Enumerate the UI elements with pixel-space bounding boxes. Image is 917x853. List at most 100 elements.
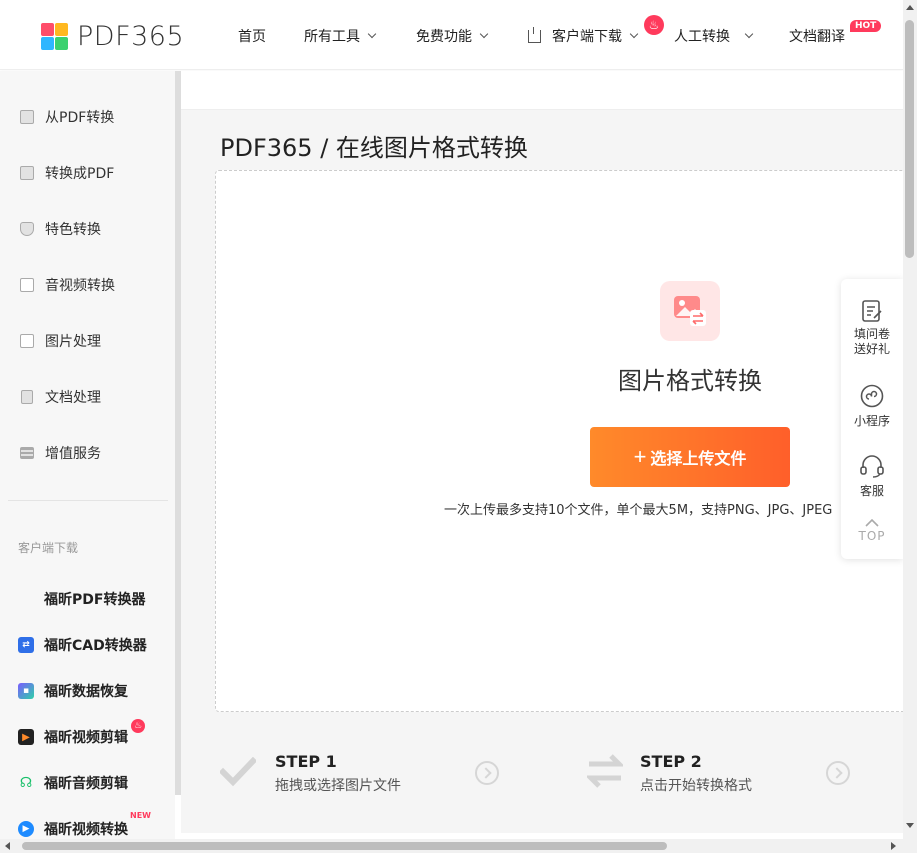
main-nav: 首页 所有工具 免费功能 客户端下载 ♨ 人工转换 文档翻译 HOT: [0, 0, 903, 70]
headphones-icon: ☊: [19, 775, 33, 791]
step-desc: 拖拽或选择图片文件: [275, 778, 401, 794]
cad-icon: ⇄: [18, 637, 34, 653]
app-video-converter[interactable]: ▶ 福昕视频转换: [18, 819, 128, 839]
customer-service-label: 客服: [859, 484, 884, 498]
upload-button-label: 选择上传文件: [650, 451, 747, 468]
page-title: PDF365 / 在线图片格式转换: [220, 134, 528, 162]
step-desc: 点击开始转换格式: [640, 778, 752, 794]
vertical-scroll-thumb[interactable]: [905, 20, 914, 258]
nav-client-download-label: 客户端下载: [552, 29, 622, 45]
nav-manual-convert[interactable]: 人工转换: [674, 26, 754, 46]
video-editor-icon: ▶: [18, 729, 34, 745]
hot-badge: HOT: [850, 20, 882, 32]
step-next-icon: [475, 761, 499, 785]
sidebar-item-av[interactable]: 音视频转换: [19, 275, 115, 295]
survey-gift-button[interactable]: 填问卷 送好礼: [841, 299, 903, 357]
sidebar-item-image[interactable]: 图片处理: [19, 331, 101, 351]
scroll-down-arrow-icon[interactable]: [906, 823, 914, 828]
app-cad-converter[interactable]: ⇄ 福昕CAD转换器: [18, 635, 147, 655]
horizontal-scroll-thumb[interactable]: [22, 842, 667, 850]
checkmark-icon: [220, 757, 256, 787]
upload-dropzone[interactable]: [215, 170, 915, 712]
nav-all-tools-label: 所有工具: [304, 29, 360, 45]
app-video-editor[interactable]: ▶ 福昕视频剪辑: [18, 727, 128, 747]
sidebar-item-label: 转换成PDF: [45, 166, 115, 182]
app-pdf-converter[interactable]: 福昕PDF转换器: [18, 589, 145, 609]
nav-home-label: 首页: [238, 29, 266, 45]
sidebar-item-to-pdf[interactable]: 转换成PDF: [19, 163, 114, 183]
survey-icon: [862, 300, 882, 322]
step-title: STEP 2: [640, 752, 702, 771]
chevron-down-icon: [479, 29, 489, 39]
sidebar-divider: [8, 500, 168, 501]
sidebar-item-label: 从PDF转换: [45, 110, 115, 126]
chevron-down-icon: [367, 29, 377, 39]
scroll-right-arrow-icon[interactable]: [891, 842, 896, 850]
fire-icon: ♨: [131, 719, 145, 733]
sidebar-item-label: 增值服务: [45, 446, 101, 462]
data-recovery-icon: ▪: [18, 683, 34, 699]
video-icon: [19, 277, 35, 293]
nav-free-features-label: 免费功能: [416, 29, 472, 45]
nav-doc-translate-label: 文档翻译: [789, 29, 845, 45]
select-upload-file-button[interactable]: + 选择上传文件: [590, 427, 790, 487]
back-to-top-label: TOP: [858, 529, 886, 543]
app-label: 福昕视频转换: [44, 822, 128, 838]
pdf-converter-icon: [18, 591, 34, 607]
document-icon: [19, 389, 35, 405]
image-icon: [19, 333, 35, 349]
download-icon: [528, 26, 541, 43]
tool-title: 图片格式转换: [618, 367, 762, 395]
app-audio-editor[interactable]: ☊ 福昕音频剪辑: [18, 773, 128, 793]
upload-hint: 一次上传最多支持10个文件，单个最大5M，支持PNG、JPG、JPEG: [444, 503, 833, 518]
step-2: STEP 2 点击开始转换格式: [640, 752, 752, 795]
sidebar-item-label: 文档处理: [45, 390, 101, 406]
convert-arrows-icon: [587, 754, 623, 788]
mini-program-label: 小程序: [853, 414, 890, 428]
app-label: 福昕CAD转换器: [44, 638, 147, 654]
fire-icon: ♨: [644, 15, 664, 35]
scroll-left-arrow-icon[interactable]: [5, 842, 10, 850]
sidebar-item-label: 图片处理: [45, 334, 101, 350]
list-icon: [19, 445, 35, 461]
nav-doc-translate[interactable]: 文档翻译: [789, 26, 845, 46]
client-download-title: 客户端下载: [18, 541, 79, 555]
plus-icon: +: [633, 444, 647, 469]
nav-free-features[interactable]: 免费功能: [416, 26, 489, 46]
sidebar-item-from-pdf[interactable]: 从PDF转换: [19, 107, 114, 127]
top-header: PDF365 首页 所有工具 免费功能 客户端下载 ♨ 人工转换 文档翻译 HO…: [0, 0, 903, 70]
app-label: 福昕数据恢复: [44, 684, 128, 700]
back-to-top-button[interactable]: TOP: [841, 519, 903, 543]
app-label: 福昕PDF转换器: [44, 592, 146, 608]
sidebar-item-special[interactable]: 特色转换: [19, 219, 101, 239]
new-badge: NEW: [130, 811, 151, 820]
main-top-strip: [181, 71, 903, 110]
chevron-up-icon: [865, 519, 879, 527]
nav-manual-convert-label: 人工转换: [674, 29, 730, 45]
mini-program-icon: [860, 384, 884, 408]
sidebar-item-label: 特色转换: [45, 222, 101, 238]
step-next-icon: [826, 761, 850, 785]
nav-home[interactable]: 首页: [238, 26, 266, 46]
app-label: 福昕音频剪辑: [44, 776, 128, 792]
scroll-up-arrow-icon[interactable]: [906, 5, 914, 10]
app-label: 福昕视频剪辑: [44, 730, 128, 746]
star-shield-icon: [19, 221, 35, 237]
customer-service-button[interactable]: 客服: [841, 454, 903, 499]
headset-icon: [860, 455, 884, 478]
sidebar-item-label: 音视频转换: [45, 278, 115, 294]
pdf-convert-icon: [19, 109, 35, 125]
sidebar-item-value-added[interactable]: 增值服务: [19, 443, 101, 463]
image-convert-icon: [660, 281, 720, 341]
nav-client-download[interactable]: 客户端下载: [528, 26, 639, 46]
app-data-recovery[interactable]: ▪ 福昕数据恢复: [18, 681, 128, 701]
floating-panel: 填问卷 送好礼 小程序 客服 TOP: [841, 279, 903, 559]
sidebar-item-document[interactable]: 文档处理: [19, 387, 101, 407]
mini-program-button[interactable]: 小程序: [841, 384, 903, 429]
video-converter-icon: ▶: [18, 821, 34, 837]
survey-label: 填问卷 送好礼: [853, 327, 890, 356]
chevron-down-icon: [744, 29, 754, 39]
nav-all-tools[interactable]: 所有工具: [304, 26, 377, 46]
to-pdf-icon: [19, 165, 35, 181]
step-title: STEP 1: [275, 752, 337, 771]
